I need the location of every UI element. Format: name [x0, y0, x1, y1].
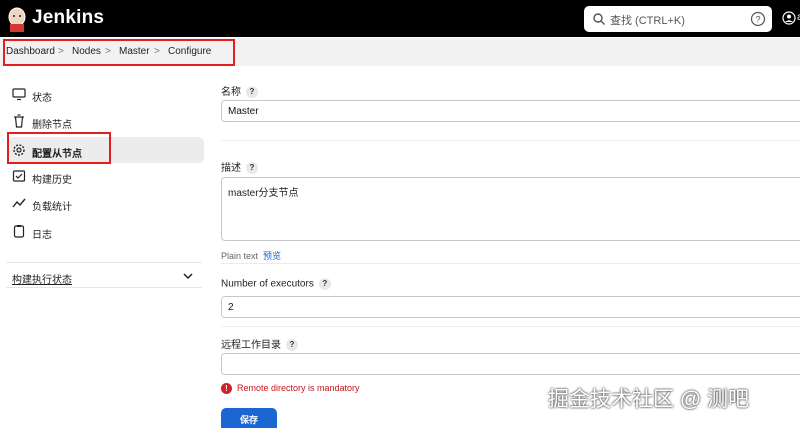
description-label-text: 描述	[221, 163, 241, 174]
description-label: 描述?	[221, 159, 258, 175]
description-textarea[interactable]: master分支节点	[221, 177, 800, 241]
save-button[interactable]: 保存	[221, 408, 277, 428]
breadcrumb-separator: >	[58, 46, 64, 57]
build-executor-status-label: 构建执行状态	[12, 275, 72, 286]
executors-label: Number of executors?	[221, 278, 331, 290]
sidebar-item-label: 状态	[32, 93, 52, 104]
remote-dir-input[interactable]	[221, 353, 800, 375]
search-icon	[593, 13, 605, 25]
remote-dir-help-icon[interactable]: ?	[286, 339, 298, 352]
brand-name[interactable]: Jenkins	[32, 7, 104, 29]
top-header: Jenkins 查找 (CTRL+K) ? a	[0, 0, 800, 37]
help-icon[interactable]: ?	[750, 11, 766, 27]
breadcrumb-configure[interactable]: Configure	[168, 46, 211, 57]
build-executor-status-toggle[interactable]: 构建执行状态	[6, 262, 202, 288]
sidebar-item-status[interactable]: 状态	[8, 81, 204, 107]
monitor-icon	[12, 88, 26, 101]
description-format-row: Plain text 预览	[221, 249, 281, 262]
remote-dir-label-text: 远程工作目录	[221, 340, 281, 351]
search-box[interactable]: 查找 (CTRL+K) ?	[584, 6, 772, 32]
preview-link[interactable]: 预览	[263, 251, 281, 261]
name-input[interactable]: Master	[221, 100, 800, 122]
name-label: 名称?	[221, 83, 258, 99]
name-label-text: 名称	[221, 87, 241, 98]
gear-icon	[13, 144, 25, 156]
remote-dir-label: 远程工作目录?	[221, 336, 298, 352]
description-help-icon[interactable]: ?	[246, 162, 258, 175]
remote-dir-error: ! Remote directory is mandatory	[221, 383, 360, 395]
divider	[221, 140, 800, 141]
sidebar-item-label: 负载统计	[32, 202, 72, 213]
help-mark: ?	[755, 15, 760, 25]
breadcrumb: Dashboard > Nodes > Master > Configure	[0, 38, 800, 66]
chevron-down-icon	[183, 273, 193, 280]
chart-line-icon	[12, 198, 26, 208]
error-icon: !	[221, 383, 232, 395]
sidebar-item-label: 构建历史	[32, 175, 72, 186]
sidebar-item-load-statistics[interactable]: 负载统计	[8, 190, 204, 216]
clipboard-icon	[13, 225, 25, 238]
breadcrumb-nodes[interactable]: Nodes	[72, 46, 101, 57]
divider	[221, 263, 800, 264]
sidebar-item-label: 日志	[32, 230, 52, 241]
sidebar-item-label: 配置从节点	[32, 149, 82, 160]
history-icon	[12, 170, 26, 182]
sidebar-item-configure-node[interactable]: 配置从节点	[8, 137, 204, 163]
sidebar-item-label: 删除节点	[32, 120, 72, 131]
breadcrumb-dashboard[interactable]: Dashboard	[6, 46, 55, 57]
plain-text-label: Plain text	[221, 251, 259, 261]
trash-icon	[14, 114, 24, 128]
executors-help-icon[interactable]: ?	[318, 278, 331, 290]
name-help-icon[interactable]: ?	[246, 86, 258, 99]
executors-label-text: Number of executors	[221, 278, 314, 290]
sidebar-item-log[interactable]: 日志	[8, 218, 204, 244]
user-icon[interactable]	[782, 11, 796, 25]
breadcrumb-master[interactable]: Master	[119, 46, 150, 57]
executors-input[interactable]: 2	[221, 296, 800, 318]
watermark: 掘金技术社区 @ 测吧	[548, 388, 749, 411]
divider	[221, 326, 800, 327]
sidebar-item-build-history[interactable]: 构建历史	[8, 163, 204, 189]
sidebar-item-delete-node[interactable]: 删除节点	[8, 108, 204, 134]
search-placeholder: 查找 (CTRL+K)	[610, 15, 685, 27]
breadcrumb-separator: >	[154, 46, 160, 57]
breadcrumb-separator: >	[105, 46, 111, 57]
error-message: Remote directory is mandatory	[237, 383, 360, 393]
jenkins-logo-icon[interactable]	[6, 6, 28, 32]
